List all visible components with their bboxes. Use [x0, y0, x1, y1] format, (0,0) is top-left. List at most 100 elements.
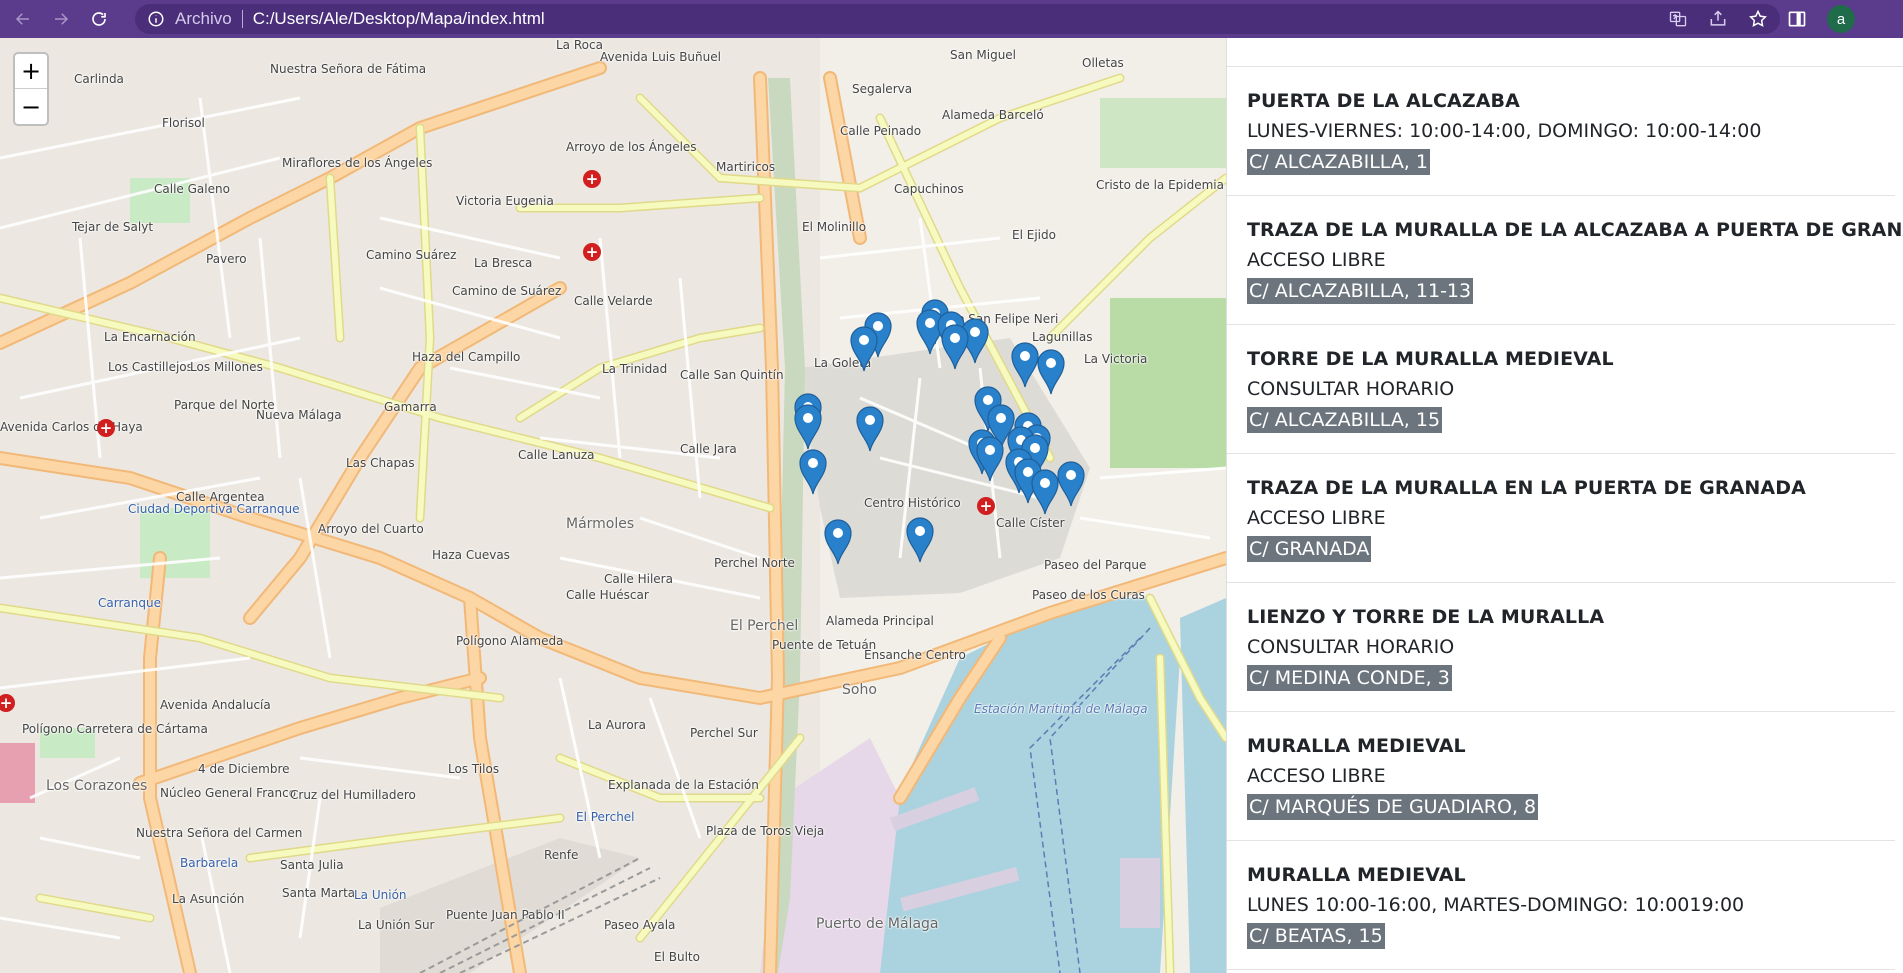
- place-hours: ACCESO LIBRE: [1247, 507, 1386, 529]
- list-item[interactable]: LIENZO Y TORRE DE LA MURALLA CONSULTAR H…: [1227, 583, 1895, 712]
- map-label: El Molinillo: [802, 220, 867, 234]
- map-label: Calle San Quintín: [680, 368, 784, 382]
- map-label: 4 de Diciembre: [198, 762, 290, 776]
- map-label: Los Millones: [190, 360, 263, 374]
- place-hours: CONSULTAR HORARIO: [1247, 636, 1455, 658]
- back-icon[interactable]: [8, 4, 38, 34]
- map-label: Lagunillas: [1032, 330, 1093, 344]
- map-label: Olletas: [1082, 56, 1124, 70]
- map-label: La Victoria: [1084, 352, 1148, 366]
- map-label: La Aurora: [588, 718, 646, 732]
- location-marker-icon[interactable]: [904, 515, 936, 563]
- map-label: La Asunción: [172, 892, 245, 906]
- place-address: C/ MEDINA CONDE, 3: [1247, 665, 1452, 691]
- map-label: Victoria Eugenia: [456, 194, 554, 208]
- place-name: MURALLA MEDIEVAL: [1247, 864, 1466, 886]
- place-name: MURALLA MEDIEVAL: [1247, 735, 1466, 757]
- reload-icon[interactable]: [84, 4, 114, 34]
- location-marker-icon[interactable]: [974, 434, 1006, 482]
- map-label: Gamarra: [384, 400, 437, 414]
- list-item[interactable]: TRAZA DE LA MURALLA DE LA ALCAZABA A PUE…: [1227, 196, 1903, 325]
- place-name: TORRE DE LA MURALLA MEDIEVAL: [1247, 348, 1614, 370]
- map-label: Capuchinos: [894, 182, 964, 196]
- map-label: Avenida Carlos de Haya: [0, 420, 143, 434]
- location-marker-icon[interactable]: [939, 322, 971, 370]
- place-address: C/ ALCAZABILLA, 11-13: [1247, 278, 1474, 304]
- map-label: Centro Histórico: [864, 496, 961, 510]
- address-bar[interactable]: Archivo C:/Users/Ale/Desktop/Mapa/index.…: [135, 4, 1780, 34]
- map-label: El Perchel: [576, 810, 635, 824]
- side-panel-icon[interactable]: [1787, 9, 1807, 29]
- map-label: La Trinidad: [602, 362, 668, 376]
- map-label: Camino Suárez: [366, 248, 457, 262]
- map-label: La Unión Sur: [358, 918, 435, 932]
- map-label: San Miguel: [950, 48, 1017, 62]
- map-label: Segalerva: [852, 82, 913, 96]
- place-hours: LUNES 10:00-16:00, MARTES-DOMINGO: 10:00…: [1247, 894, 1745, 916]
- map-label: Calle Peinado: [840, 124, 922, 138]
- map-label: Perchel Norte: [714, 556, 795, 570]
- map-label: Soho: [842, 682, 877, 698]
- divider: [241, 10, 243, 28]
- list-item[interactable]: TRAZA DE LA MURALLA EN LA PUERTA DE GRAN…: [1227, 454, 1895, 583]
- map-label: Ciudad Deportiva Carranque: [128, 502, 300, 516]
- zoom-in-button[interactable]: +: [15, 54, 47, 89]
- hospital-icon[interactable]: +: [977, 497, 995, 515]
- map-label: Santa Julia: [280, 858, 344, 872]
- hospital-icon[interactable]: +: [583, 243, 601, 261]
- places-list: PUERTA DE LA ALCAZABA LUNES-VIERNES: 10:…: [1226, 38, 1903, 973]
- map-label: Haza del Campillo: [412, 350, 521, 364]
- map-label: Calle Galeno: [154, 182, 230, 196]
- map-label: Paseo Ayala: [604, 918, 676, 932]
- map-view[interactable]: La Roca Avenida Luis Buñuel San Miguel O…: [0, 38, 1226, 973]
- list-item[interactable]: MURALLA MEDIEVAL LUNES 10:00-16:00, MART…: [1227, 841, 1895, 970]
- location-marker-icon[interactable]: [797, 447, 829, 495]
- map-label: Nueva Málaga: [256, 408, 342, 422]
- profile-avatar[interactable]: a: [1827, 5, 1855, 33]
- list-item[interactable]: PUERTA DE LA ALCAZABA LUNES-VIERNES: 10:…: [1227, 67, 1895, 196]
- map-label: El Perchel: [730, 618, 799, 634]
- place-name: TRAZA DE LA MURALLA DE LA ALCAZABA A PUE…: [1247, 219, 1903, 241]
- location-marker-icon[interactable]: [792, 402, 824, 450]
- zoom-control: + −: [13, 52, 49, 126]
- location-marker-icon[interactable]: [848, 324, 880, 372]
- map-label: Núcleo General Franco: [160, 786, 297, 800]
- map-label: Alameda Principal: [826, 614, 934, 628]
- hospital-icon[interactable]: +: [583, 170, 601, 188]
- map-label: Barbarela: [180, 856, 239, 870]
- translate-icon[interactable]: [1668, 9, 1688, 29]
- list-item[interactable]: TORRE DE LA MURALLA MEDIEVAL CONSULTAR H…: [1227, 325, 1895, 454]
- scheme-label: Archivo: [175, 9, 232, 28]
- map-label: Paseo de los Curas: [1032, 588, 1145, 602]
- map-label: Mármoles: [566, 516, 635, 532]
- map-label: La Bresca: [474, 256, 533, 270]
- share-icon[interactable]: [1708, 9, 1728, 29]
- location-marker-icon[interactable]: [1029, 467, 1061, 515]
- list-item[interactable]: MURALLA MEDIEVAL ACCESO LIBRE C/ MARQUÉS…: [1227, 712, 1895, 841]
- map-label: Polígono Alameda: [456, 634, 564, 648]
- map-label: Cruz del Humilladero: [290, 788, 416, 802]
- hospital-icon[interactable]: +: [97, 419, 115, 437]
- map-label: Plaza de Toros Vieja: [706, 824, 825, 838]
- info-icon[interactable]: [147, 10, 165, 28]
- map-label: Estación Marítima de Málaga: [974, 702, 1148, 716]
- map-label: Santa Marta: [282, 886, 356, 900]
- map-label: La Encarnación: [104, 330, 196, 344]
- location-marker-icon[interactable]: [854, 404, 886, 452]
- map-label: Arroyo del Cuarto: [318, 522, 424, 536]
- place-address: C/ GRANADA: [1247, 536, 1372, 562]
- map-label: Los Tilos: [448, 762, 500, 776]
- url-text[interactable]: C:/Users/Ale/Desktop/Mapa/index.html: [253, 9, 545, 29]
- map-label: Calle Huéscar: [566, 588, 649, 602]
- place-name: LIENZO Y TORRE DE LA MURALLA: [1247, 606, 1605, 628]
- location-marker-icon[interactable]: [822, 517, 854, 565]
- place-address: C/ ALCAZABILLA, 1: [1247, 149, 1430, 175]
- location-marker-icon[interactable]: [1035, 347, 1067, 395]
- place-name: TRAZA DE LA MURALLA EN LA PUERTA DE GRAN…: [1247, 477, 1806, 499]
- zoom-out-button[interactable]: −: [15, 89, 47, 124]
- bookmark-star-icon[interactable]: [1748, 9, 1768, 29]
- forward-icon[interactable]: [46, 4, 76, 34]
- map-label: Puerto de Málaga: [816, 916, 939, 932]
- map-label: Miraflores de los Ángeles: [282, 156, 433, 170]
- map-label: Arroyo de los Ángeles: [566, 140, 697, 154]
